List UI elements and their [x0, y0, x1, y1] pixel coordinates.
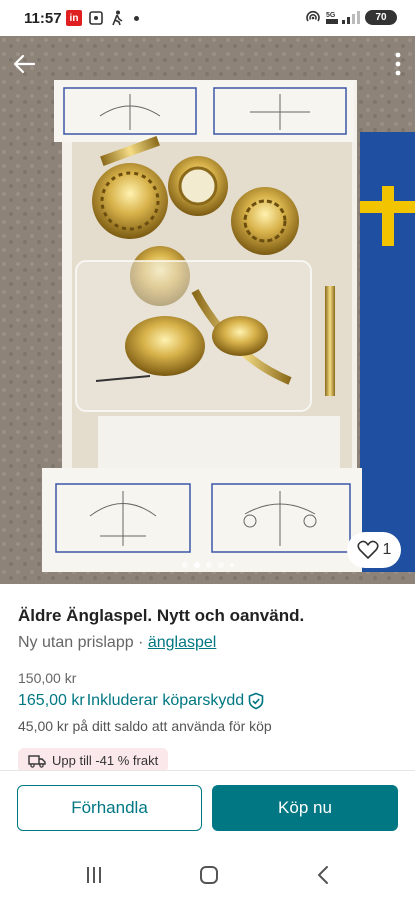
shield-check-icon — [248, 692, 264, 710]
battery-icon: 70 — [365, 9, 397, 25]
pager-dot[interactable] — [229, 563, 234, 567]
shipping-discount-text: Upp till -41 % frakt — [52, 753, 159, 768]
svg-text:5G: 5G — [326, 12, 336, 19]
status-right-icons: 5G 70 — [305, 9, 397, 25]
favorite-count: 1 — [382, 541, 392, 558]
protected-price: 165,00 kr — [18, 692, 85, 709]
status-left-icons: in — [66, 10, 139, 26]
screenshot-icon — [89, 11, 103, 25]
notification-dot-icon — [134, 15, 139, 21]
price-with-protection[interactable]: 165,00 kr Inkluderar köparskydd — [18, 692, 397, 710]
product-image — [0, 36, 415, 584]
heart-icon — [356, 540, 379, 559]
action-bar: Förhandla Köp nu — [0, 770, 415, 848]
item-subtitle: Ny utan prislapp · änglaspel — [18, 634, 397, 652]
truck-icon — [28, 754, 46, 768]
linkedin-icon: in — [66, 10, 82, 26]
negotiate-button[interactable]: Förhandla — [17, 785, 202, 831]
buy-now-button[interactable]: Köp nu — [212, 785, 398, 831]
hotspot-icon — [306, 10, 320, 22]
pager-dot[interactable] — [181, 562, 188, 568]
pager-dot[interactable] — [205, 562, 212, 568]
back-arrow-icon[interactable] — [10, 50, 38, 78]
status-time: 11:57 — [24, 10, 62, 27]
pager-dot-active[interactable] — [193, 562, 200, 568]
walking-icon — [112, 10, 123, 26]
item-price: 150,00 kr — [18, 670, 77, 686]
item-title: Äldre Änglaspel. Nytt och oanvänd. — [18, 606, 305, 625]
item-condition: Ny utan prislapp — [18, 634, 134, 651]
buyer-protection-label: Inkluderar köparskydd — [86, 692, 245, 709]
system-nav-bar — [0, 848, 415, 900]
item-details: Äldre Änglaspel. Nytt och oanvänd. Ny ut… — [0, 584, 415, 773]
back-nav-icon[interactable] — [312, 864, 336, 886]
subtitle-separator: · — [133, 634, 148, 651]
favorite-button[interactable]: 1 — [347, 532, 401, 568]
brand-link[interactable]: änglaspel — [148, 634, 217, 651]
pager-dot[interactable] — [217, 562, 224, 568]
more-options-icon[interactable] — [395, 52, 401, 76]
5g-signal-icon: 5G — [326, 11, 360, 24]
home-icon[interactable] — [197, 864, 221, 886]
recent-apps-icon[interactable] — [82, 864, 106, 886]
balance-note: 45,00 kr på ditt saldo att använda för k… — [18, 718, 272, 734]
product-photo[interactable]: 1 — [0, 36, 415, 584]
status-bar: 11:57 in 5G 70 — [0, 0, 415, 36]
